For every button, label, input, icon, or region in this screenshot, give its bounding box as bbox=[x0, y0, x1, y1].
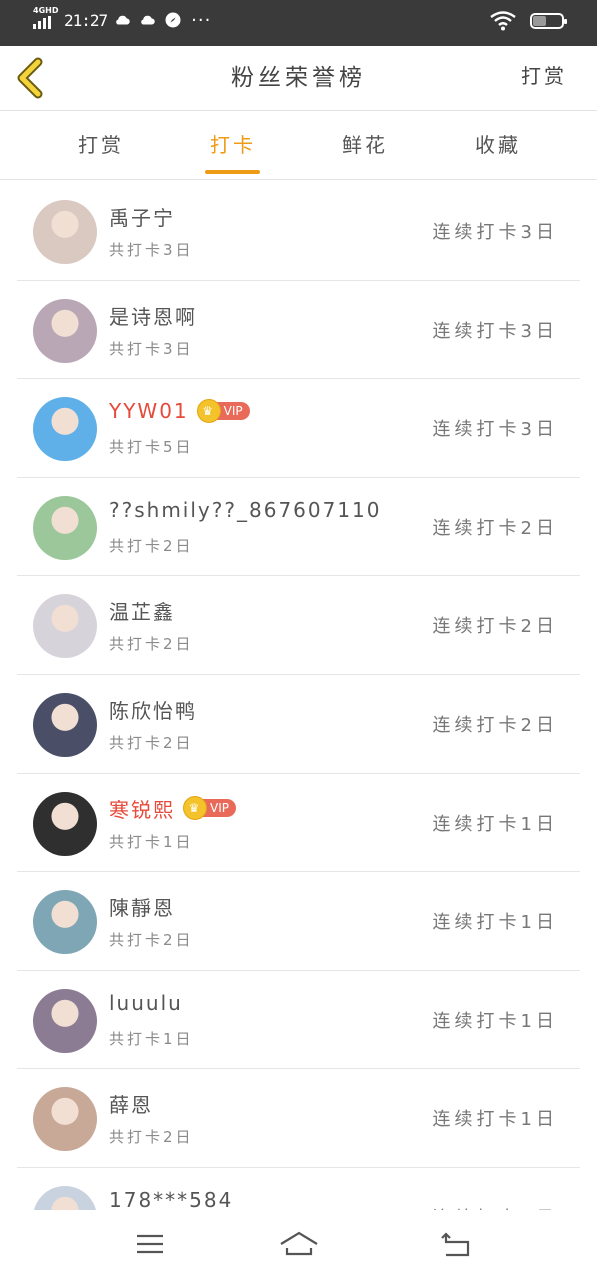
avatar[interactable] bbox=[33, 495, 97, 560]
user-name: 178***584 bbox=[109, 1188, 233, 1210]
battery-icon bbox=[530, 13, 567, 29]
user-name: ??shmily??_867607110 bbox=[109, 498, 382, 522]
total-checkin-days: 共打卡2日 bbox=[109, 931, 194, 950]
avatar[interactable] bbox=[33, 594, 97, 659]
avatar[interactable] bbox=[33, 890, 97, 955]
compass-icon bbox=[165, 12, 181, 28]
user-name-text: 陈欣怡鸭 bbox=[109, 698, 197, 723]
list-item[interactable]: YYW01 ♛ VIP 共打卡5日 连续打卡3日 bbox=[17, 379, 580, 478]
streak-checkin-days: 连续打卡1日 bbox=[432, 813, 558, 835]
total-checkin-days: 共打卡3日 bbox=[109, 241, 194, 259]
cloud-icon bbox=[141, 15, 155, 25]
user-name-text: luuulu bbox=[109, 990, 183, 1015]
user-name-text: 温芷鑫 bbox=[109, 600, 175, 625]
streak-checkin-days: 连续打卡2日 bbox=[432, 616, 558, 638]
list-item[interactable]: luuulu 共打卡1日 连续打卡1日 bbox=[17, 971, 580, 1070]
cloud-icon bbox=[116, 15, 130, 25]
reward-button[interactable]: 打赏 bbox=[521, 60, 567, 89]
avatar[interactable] bbox=[33, 200, 97, 264]
total-checkin-days: 共打卡1日 bbox=[109, 1029, 194, 1048]
home-icon[interactable] bbox=[279, 1228, 319, 1260]
user-name: 是诗恩啊 bbox=[109, 301, 197, 330]
status-bar: 4GHD 21:27 ··· bbox=[0, 0, 597, 46]
tab-checkin[interactable]: 打卡 bbox=[188, 129, 278, 158]
active-tab-indicator bbox=[205, 170, 260, 174]
system-nav-bar bbox=[0, 1210, 597, 1280]
list-item[interactable]: ??shmily??_867607110 共打卡2日 连续打卡2日 bbox=[17, 478, 580, 577]
back-icon[interactable] bbox=[436, 1228, 476, 1260]
user-name-text: 是诗恩啊 bbox=[109, 304, 197, 329]
streak-checkin-days: 连续打卡2日 bbox=[432, 714, 558, 736]
user-name-text: 禹子宁 bbox=[109, 206, 175, 230]
user-name: YYW01 ♛ VIP bbox=[109, 399, 250, 424]
user-name-text: YYW01 bbox=[109, 399, 189, 424]
tab-flowers[interactable]: 鲜花 bbox=[320, 129, 410, 158]
list-item[interactable]: 陈欣怡鸭共打卡2日 连续打卡2日 bbox=[17, 675, 580, 774]
list-item[interactable]: 陳靜恩共打卡2日 连续打卡1日 bbox=[17, 872, 580, 971]
network-type: 4GHD bbox=[33, 6, 59, 15]
crown-icon: ♛ bbox=[196, 399, 221, 424]
streak-checkin-days: 连续打卡1日 bbox=[432, 1010, 558, 1032]
total-checkin-days: 共打卡2日 bbox=[109, 635, 194, 654]
vip-badge: ♛ VIP bbox=[183, 796, 236, 821]
avatar[interactable] bbox=[33, 988, 97, 1053]
total-checkin-days: 共打卡1日 bbox=[109, 832, 194, 851]
avatar[interactable] bbox=[33, 1087, 97, 1152]
crown-icon: ♛ bbox=[183, 796, 207, 821]
more-indicator: ··· bbox=[191, 9, 212, 31]
user-name-text: 薛恩 bbox=[109, 1093, 153, 1118]
user-name-text: 178***584 bbox=[109, 1187, 234, 1210]
vip-badge: ♛ VIP bbox=[196, 399, 250, 424]
tab-bar: 打赏 打卡 鲜花 收藏 bbox=[0, 111, 597, 180]
avatar[interactable] bbox=[33, 692, 97, 757]
streak-checkin-days: 连续打卡2日 bbox=[432, 517, 558, 539]
list-item[interactable]: 是诗恩啊共打卡3日 连续打卡3日 bbox=[17, 281, 580, 380]
user-name-text: 寒锐熙 bbox=[109, 797, 175, 822]
tab-favorites[interactable]: 收藏 bbox=[453, 129, 543, 158]
user-name: 温芷鑫 bbox=[109, 596, 175, 625]
avatar[interactable] bbox=[33, 397, 97, 462]
user-name-text: 陳靜恩 bbox=[109, 896, 175, 921]
avatar[interactable] bbox=[33, 791, 97, 856]
user-name: 禹子宁 bbox=[109, 202, 175, 231]
status-time: 21:27 bbox=[64, 10, 108, 30]
checkin-ranking-list: 禹子宁 共打卡3日 连续打卡3日 是诗恩啊 共打卡3日 连续打卡3日 YYW01 ♛ VIP 共打… bbox=[17, 182, 580, 1210]
user-name: 陈欣怡鸭 bbox=[109, 695, 197, 724]
signal-icon: 4GHD bbox=[33, 6, 59, 31]
user-name: luuulu bbox=[109, 991, 183, 1015]
streak-checkin-days: 连续打卡3日 bbox=[432, 419, 558, 441]
total-checkin-days: 共打卡2日 bbox=[109, 536, 194, 555]
avatar[interactable] bbox=[33, 1185, 97, 1210]
streak-checkin-days: 连续打卡1日 bbox=[432, 912, 558, 934]
total-checkin-days: 共打卡2日 bbox=[109, 1128, 194, 1147]
user-name: 寒锐熙 ♛ VIP bbox=[109, 794, 236, 823]
total-checkin-days: 共打卡2日 bbox=[109, 733, 194, 752]
streak-checkin-days: 连续打卡3日 bbox=[432, 320, 558, 342]
list-item[interactable]: 薛恩共打卡2日 连续打卡1日 bbox=[17, 1069, 580, 1168]
list-item[interactable]: 178***584连续打卡1日 bbox=[17, 1168, 580, 1210]
streak-checkin-days: 连续打卡1日 bbox=[432, 1109, 558, 1131]
user-name: 薛恩 bbox=[109, 1089, 153, 1118]
list-item[interactable]: 禹子宁共打卡3日 连续打卡3日 bbox=[17, 182, 580, 281]
wifi-icon bbox=[490, 11, 516, 31]
user-name-text: ??shmily??_867607110 bbox=[109, 497, 382, 522]
page-title: 粉丝荣誉榜 bbox=[231, 65, 366, 91]
title-bar: 粉丝荣誉榜 打赏 bbox=[0, 46, 597, 111]
list-item[interactable]: 温芷鑫共打卡2日 连续打卡2日 bbox=[17, 576, 580, 675]
tab-reward[interactable]: 打赏 bbox=[56, 129, 146, 158]
total-checkin-days: 共打卡5日 bbox=[109, 438, 194, 457]
streak-checkin-days: 连续打卡3日 bbox=[432, 222, 558, 243]
total-checkin-days: 共打卡3日 bbox=[109, 339, 194, 358]
list-item[interactable]: 寒锐熙 ♛ VIP 共打卡1日 连续打卡1日 bbox=[17, 774, 580, 873]
avatar[interactable] bbox=[33, 298, 97, 363]
menu-icon[interactable] bbox=[130, 1228, 170, 1260]
user-name: 陳靜恩 bbox=[109, 892, 175, 921]
